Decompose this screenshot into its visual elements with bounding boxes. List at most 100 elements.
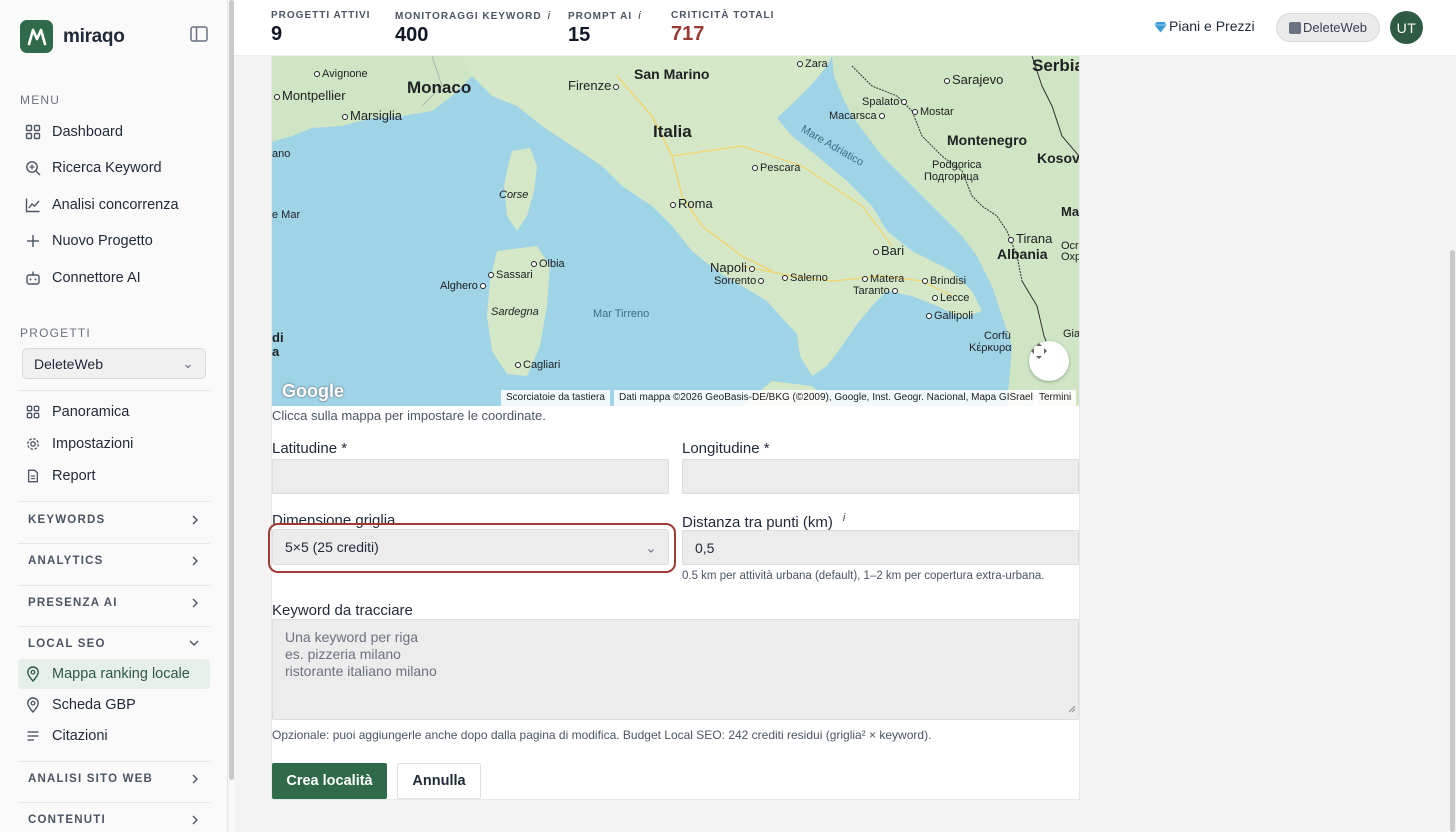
map-label: Pescara (752, 162, 800, 174)
logo-icon (20, 20, 53, 53)
map-label: di (272, 330, 284, 345)
chevron-right-icon (190, 514, 200, 529)
latitude-input[interactable] (272, 459, 669, 494)
nav-item-report[interactable]: Report (18, 461, 210, 491)
map-terms-link[interactable]: Termini (1034, 390, 1077, 406)
map-label: Serbia (1032, 56, 1079, 75)
nav-item-citazioni[interactable]: Citazioni (18, 721, 210, 751)
robot-icon (24, 269, 42, 287)
group-local-seo[interactable]: LOCAL SEO (18, 629, 210, 659)
map-label: Tirana (1008, 231, 1052, 246)
account-label: DeleteWeb (1302, 20, 1368, 35)
map-label: Corfù (984, 330, 1011, 342)
fullscreen-icon (1031, 343, 1047, 359)
map-hint: Clicca sulla mappa per impostare le coor… (272, 408, 546, 423)
grid-size-select[interactable]: 5×5 (25 crediti) (272, 529, 669, 565)
stat-value: 400 (395, 24, 429, 46)
map-label: Zara (797, 58, 828, 70)
map-label: a (272, 344, 280, 359)
create-location-button[interactable]: Crea località (272, 763, 387, 799)
map-attribution: Dati mappa ©2026 GeoBasis-DE/BKG (©2009)… (614, 390, 1038, 406)
map-label: Sarajevo (944, 72, 1003, 87)
map-label: Matera (862, 273, 904, 285)
nav-item-mappa-ranking-locale[interactable]: Mappa ranking locale (18, 659, 210, 689)
nav-item-label: Citazioni (52, 728, 108, 744)
group-label: KEYWORDS (28, 514, 106, 526)
nav-item-analisi-concorrenza[interactable]: Analisi concorrenza (18, 190, 210, 220)
map-label: ano (272, 148, 291, 160)
account-button[interactable]: DeleteWeb (1276, 13, 1380, 42)
map-label: Montpellier (274, 88, 346, 103)
page-scrollbar-thumb[interactable] (1450, 250, 1455, 832)
longitude-input[interactable] (682, 459, 1079, 494)
nav-item-connettore-ai[interactable]: Connettore AI (18, 263, 210, 293)
chevron-down-icon (183, 358, 193, 374)
longitude-label: Longitudine * (682, 440, 770, 457)
chevron-down-icon (646, 543, 656, 559)
map-label: Alghero (440, 280, 488, 292)
map-label: Albania (997, 246, 1048, 262)
avatar[interactable]: UT (1390, 11, 1423, 44)
nav-item-label: Report (52, 468, 96, 484)
plans-label: Piani e Prezzi (1169, 18, 1255, 34)
map-label: Ma (1061, 204, 1079, 219)
info-icon[interactable]: i (638, 10, 641, 22)
fullscreen-button[interactable] (1029, 341, 1069, 381)
group-keywords[interactable]: KEYWORDS (18, 505, 210, 535)
brand[interactable]: miraqo (20, 20, 125, 53)
sidebar-scrollbar[interactable] (229, 0, 234, 832)
nav-item-label: Mappa ranking locale (52, 666, 190, 682)
map-label: Italia (653, 122, 692, 141)
info-icon[interactable]: i (843, 512, 845, 524)
map-label: Gia (1063, 328, 1079, 340)
divider (18, 761, 210, 762)
cancel-button[interactable]: Annulla (397, 763, 481, 799)
stat-prompt-ai: PROMPT AI i 15 (568, 10, 642, 47)
group-contenuti[interactable]: CONTENUTI (18, 805, 210, 832)
map-label: Mostar (912, 106, 954, 118)
plans-link[interactable]: Piani e Prezzi (1154, 18, 1255, 34)
map-label: Corse (499, 189, 529, 201)
nav-item-panoramica[interactable]: Panoramica (18, 397, 210, 427)
sidebar-toggle-icon[interactable] (190, 26, 210, 44)
map-keyboard-shortcuts-link[interactable]: Scorciatoie da tastiera (501, 390, 610, 406)
group-label: LOCAL SEO (28, 638, 106, 650)
nav-item-impostazioni[interactable]: Impostazioni (18, 429, 210, 459)
chevron-down-icon (188, 638, 200, 651)
nav-item-ricerca-keyword[interactable]: Ricerca Keyword (18, 153, 210, 183)
group-presenza-ai[interactable]: PRESENZA AI (18, 588, 210, 618)
page-scrollbar[interactable] (1449, 56, 1456, 832)
distance-label: Distanza tra punti (km) i (682, 512, 846, 531)
nav-item-scheda-gbp[interactable]: Scheda GBP (18, 690, 210, 720)
group-analytics[interactable]: ANALYTICS (18, 546, 210, 576)
nav-item-label: Connettore AI (52, 270, 141, 286)
map-label: Sorrento (714, 275, 766, 287)
keywords-label: Keyword da tracciare (272, 602, 413, 619)
divider (18, 585, 210, 586)
map-label: Napoli (710, 260, 757, 275)
stat-progetti-attivi: PROGETTI ATTIVI 9 (271, 10, 370, 46)
map-label: Salerno (782, 272, 828, 284)
info-icon[interactable]: i (548, 10, 551, 22)
stat-criticita-totali: CRITICITÀ TOTALI 717 (671, 10, 774, 46)
diamond-icon (1154, 20, 1167, 33)
group-analisi-sito-web[interactable]: ANALISI SITO WEB (18, 764, 210, 794)
keywords-textarea[interactable]: Una keyword per riga es. pizzeria milano… (272, 619, 1079, 720)
nav-item-label: Dashboard (52, 124, 123, 140)
map-label: Macarsca (829, 110, 887, 122)
distance-input[interactable]: 0,5 (682, 530, 1079, 565)
stat-label: PROGETTI ATTIVI (271, 10, 371, 21)
project-select[interactable]: DeleteWeb (22, 348, 206, 379)
chevron-right-icon (190, 773, 200, 788)
map-label: Roma (670, 196, 713, 211)
nav-item-dashboard[interactable]: Dashboard (18, 117, 210, 147)
google-logo: Google (282, 381, 344, 401)
resize-handle-icon[interactable] (1068, 700, 1076, 717)
map[interactable]: Monaco San Marino Italia Montenegro Alba… (272, 56, 1079, 406)
nav-item-nuovo-progetto[interactable]: Nuovo Progetto (18, 226, 210, 256)
map-label: Κέρκυρα (969, 342, 1012, 354)
map-label: Marsiglia (342, 108, 402, 123)
sidebar-scrollbar-thumb[interactable] (229, 0, 234, 780)
keywords-placeholder-line: es. pizzeria milano (285, 646, 401, 662)
map-pin-icon (24, 665, 42, 683)
